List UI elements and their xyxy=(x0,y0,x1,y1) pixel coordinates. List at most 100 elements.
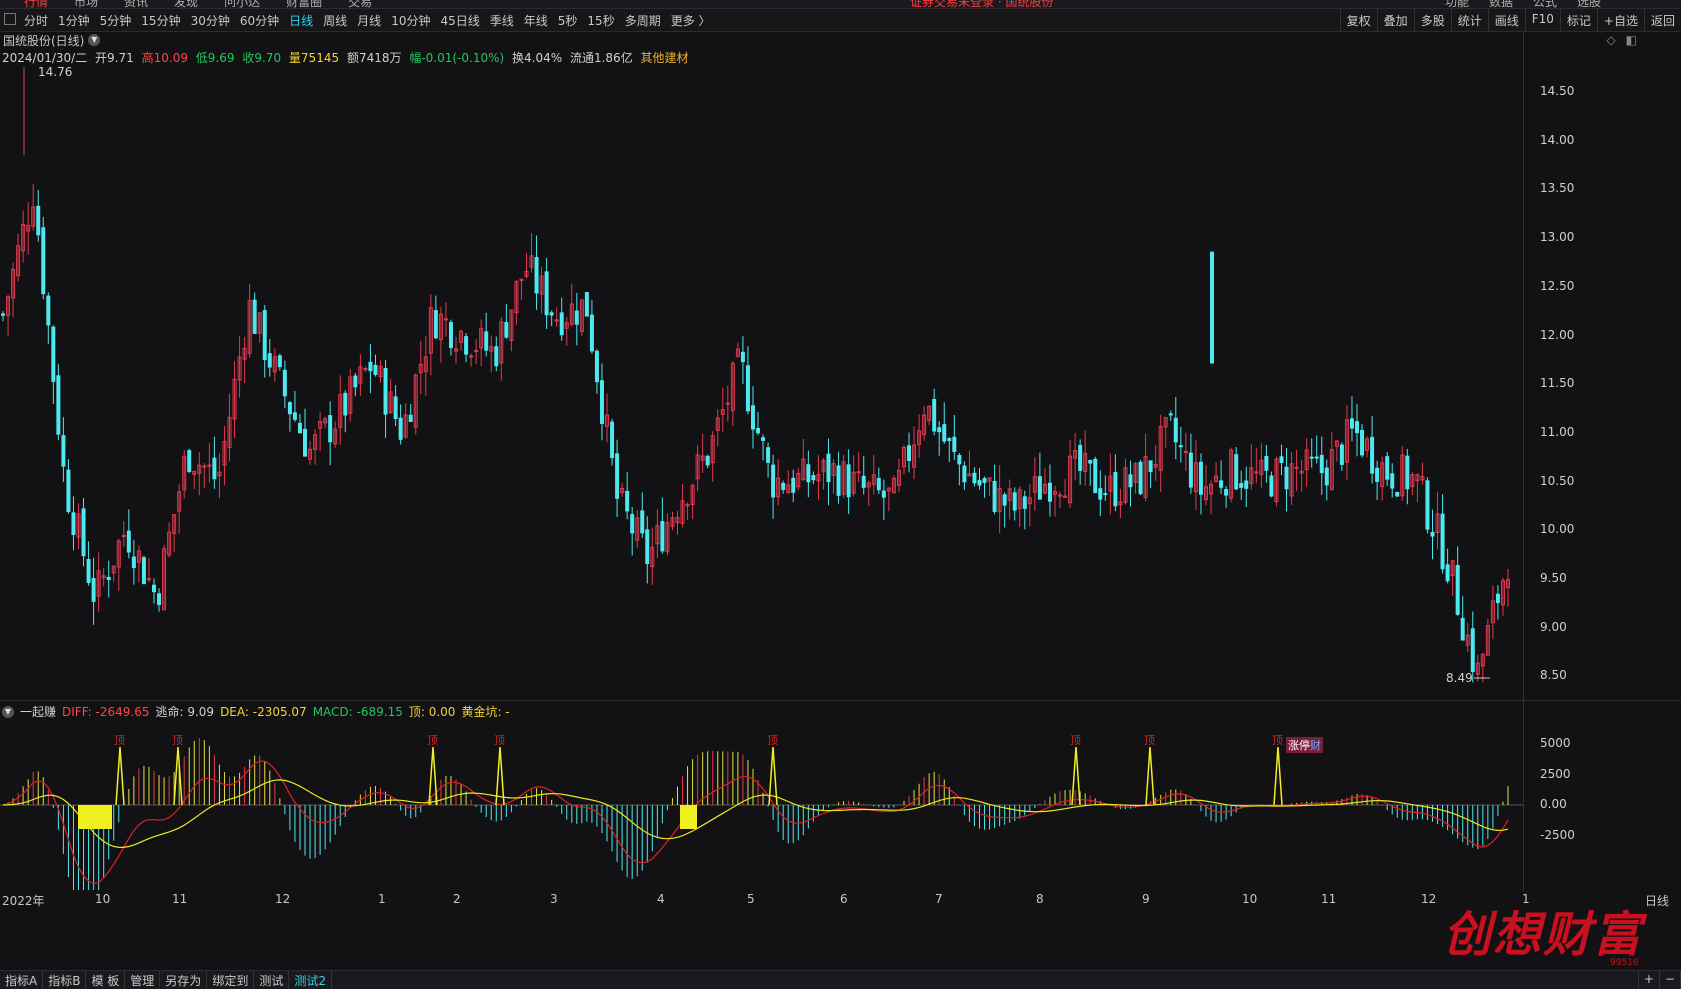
low-text: 低9.69 xyxy=(195,51,235,65)
top-spike xyxy=(115,746,125,806)
candle-body xyxy=(1395,492,1400,497)
menu-item[interactable]: 选股 xyxy=(1577,0,1601,8)
tool-button[interactable]: 返回 xyxy=(1643,9,1681,31)
top-marker-label: 顶 xyxy=(1070,734,1081,747)
date-tick-label: 7 xyxy=(935,892,943,906)
amount-text: 额7418万 xyxy=(346,51,402,65)
candle-body xyxy=(740,351,745,363)
diff-line xyxy=(2,760,1509,885)
candle-body xyxy=(152,584,157,593)
menu-item[interactable]: 数据 xyxy=(1489,0,1513,8)
diamond-icon[interactable]: ◇ xyxy=(1606,33,1615,47)
period-tab[interactable]: 45日线 xyxy=(440,12,479,29)
indicator-tab[interactable]: 测试2 xyxy=(289,971,332,989)
indicator-tab[interactable]: 模 板 xyxy=(86,971,126,989)
candle-body xyxy=(559,312,564,336)
period-tab[interactable]: 日线 xyxy=(289,12,313,29)
period-tab[interactable]: 周线 xyxy=(323,12,347,29)
menu-item[interactable]: 资讯 xyxy=(124,0,148,8)
period-tab[interactable]: 多周期 xyxy=(625,12,661,29)
period-tab[interactable]: 10分钟 xyxy=(391,12,430,29)
float-cap-text: 流通1.86亿 xyxy=(569,51,633,65)
top-marker-label: 顶 xyxy=(1144,734,1155,747)
period-tab[interactable]: 5分钟 xyxy=(100,12,132,29)
high-text: 高10.09 xyxy=(141,51,188,65)
price-tick-label: 9.00 xyxy=(1540,619,1567,634)
tool-button[interactable]: 叠加 xyxy=(1376,9,1414,31)
candle-body xyxy=(1269,475,1274,497)
tool-button[interactable]: 复权 xyxy=(1339,9,1377,31)
indicator-tab[interactable]: 指标A xyxy=(0,971,44,989)
tool-button[interactable]: 标记 xyxy=(1559,9,1597,31)
menu-item[interactable]: 问小达 xyxy=(224,0,260,8)
candle-body xyxy=(861,475,866,488)
menu-item[interactable]: 公式 xyxy=(1533,0,1557,8)
candle-body xyxy=(589,314,594,352)
macd-chart[interactable]: 顶顶顶顶顶顶顶顶 xyxy=(0,718,1523,890)
candle-body xyxy=(942,424,947,442)
chevron-down-icon[interactable]: ▼ xyxy=(88,34,101,46)
menu-item[interactable]: 功能 xyxy=(1445,0,1469,8)
zoom-in-button[interactable]: + xyxy=(1637,971,1660,989)
candle-body xyxy=(1113,471,1118,507)
pane-divider xyxy=(0,700,1681,701)
menu-item[interactable]: 交易 xyxy=(348,0,372,8)
candle-body xyxy=(1093,458,1098,494)
price-tick-label: 14.50 xyxy=(1540,84,1575,98)
period-tab[interactable]: 月线 xyxy=(357,12,381,29)
zoom-out-button[interactable]: − xyxy=(1660,971,1681,989)
diff-value: DIFF: -2649.65 xyxy=(62,704,150,719)
tool-button[interactable]: 画线 xyxy=(1487,9,1525,31)
stock-title-row: 国统股份(日线) ▼ xyxy=(0,32,101,49)
layout-icon[interactable]: ◧ xyxy=(1626,33,1637,47)
period-tab[interactable]: 季线 xyxy=(490,12,514,29)
stock-title[interactable]: 国统股份(日线) xyxy=(3,32,84,49)
candle-body xyxy=(1002,494,1007,506)
tool-button[interactable]: F10 xyxy=(1524,9,1560,31)
chevron-down-icon[interactable]: ▼ xyxy=(2,705,14,718)
candle-body xyxy=(1012,492,1017,511)
candlestick-chart[interactable]: 14.76 8.49 xyxy=(0,65,1523,700)
period-tab[interactable]: 15秒 xyxy=(587,12,614,29)
period-tabs: 分时 1分钟 5分钟 15分钟 30分钟 60分钟 日线 周线 月线 10分钟 45日线 季线 年线 5秒… xyxy=(24,12,711,29)
candle-body xyxy=(262,310,267,361)
tool-button[interactable]: 统计 xyxy=(1450,9,1488,31)
period-tab[interactable]: 更多 〉 xyxy=(671,12,711,29)
date-tick-label: 日线 xyxy=(1645,894,1670,908)
candle-body xyxy=(1,313,5,316)
candle-body xyxy=(640,510,645,534)
indicator-tab[interactable]: 另存为 xyxy=(160,971,208,989)
period-tab[interactable]: 60分钟 xyxy=(240,12,279,29)
indicator-tab[interactable]: 测试 xyxy=(254,971,290,989)
candle-body xyxy=(1339,444,1344,465)
candle-body xyxy=(383,368,388,415)
indicator-tab[interactable]: 绑定到 xyxy=(207,971,255,989)
panel-toggle-icon[interactable] xyxy=(4,13,16,25)
candle-body xyxy=(373,364,378,375)
tool-button[interactable]: 多股 xyxy=(1413,9,1451,31)
indicator-tab[interactable]: 指标B xyxy=(43,971,87,989)
candle-body xyxy=(1239,483,1244,488)
candle-body xyxy=(443,318,448,321)
period-tab[interactable]: 1分钟 xyxy=(58,12,90,29)
period-tab[interactable]: 15分钟 xyxy=(141,12,180,29)
candle-body xyxy=(1078,445,1083,471)
sector-text[interactable]: 其他建材 xyxy=(641,51,689,65)
period-tab[interactable]: 年线 xyxy=(524,12,548,29)
menu-item[interactable]: 发现 xyxy=(174,0,198,8)
candle-body xyxy=(1148,460,1153,473)
menu-item[interactable]: 市场 xyxy=(74,0,98,8)
period-tab[interactable]: 30分钟 xyxy=(191,12,230,29)
indicator-tab[interactable]: 管理 xyxy=(125,971,161,989)
period-tab[interactable]: 5秒 xyxy=(558,12,578,29)
candle-body xyxy=(494,346,499,367)
menu-item[interactable]: 行情 xyxy=(24,0,48,8)
tool-button[interactable]: +自选 xyxy=(1596,9,1644,31)
close-text: 收9.70 xyxy=(242,51,282,65)
period-tab[interactable]: 分时 xyxy=(24,12,48,29)
candle-body xyxy=(1210,251,1214,364)
candle-body xyxy=(51,326,56,382)
menu-item[interactable]: 财富圈 xyxy=(286,0,322,8)
top-menu: 行情 市场 资讯 发现 问小达 财富圈 交易 xyxy=(24,0,372,8)
candle-body xyxy=(1470,628,1475,672)
